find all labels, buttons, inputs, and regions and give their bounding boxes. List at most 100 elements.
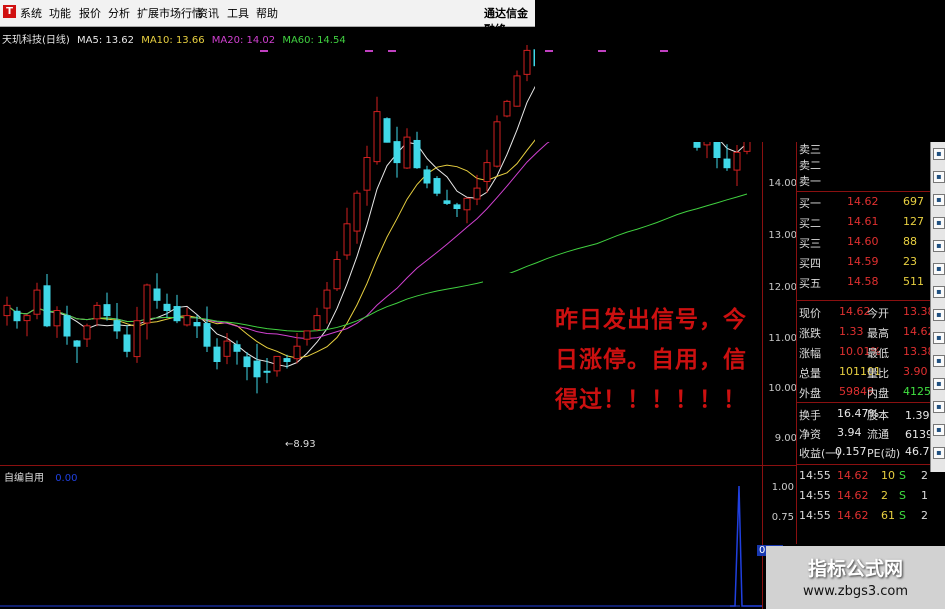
candle-body [513,75,521,107]
bid-price: 14.62 [847,195,879,208]
candle-body [213,346,221,362]
trade-time: 14:55 [799,489,831,502]
stat-label: 股本 [867,409,889,422]
candle-body [313,315,321,331]
candle-body [293,345,301,360]
candle-body [3,304,11,317]
toolbar-button-icon[interactable]: ▪ [933,240,945,252]
menu-info[interactable]: 资讯 [197,5,219,21]
stat-label: 量比 [867,367,889,380]
stat-value: 3.94 [837,426,862,439]
candle-body [713,139,721,158]
menu-system[interactable]: 系统 [20,5,42,21]
bid-volume: 23 [903,255,917,268]
candle-body [523,49,531,75]
stat-label: 今开 [867,307,889,320]
signal-marker [260,50,268,52]
bid-row: 买三 14.60 88 [799,232,929,252]
candle-body [223,340,231,357]
bid-label: 买四 [799,257,821,270]
ma-legend: 天玑科技(日线) MA5: 13.62 MA10: 13.66 MA20: 14… [2,31,350,46]
candle-body [193,322,201,327]
candle-body [413,139,421,169]
candle-body [243,356,251,368]
candle-body [723,158,731,169]
stat-row: 收益(一) 0.157 PE(动) 46.7 [799,442,930,462]
trade-side: S [899,489,906,502]
signal-marker [598,50,606,52]
toolbar-button-icon[interactable]: ▪ [933,148,945,160]
candle-body [503,100,511,117]
menu-tools[interactable]: 工具 [227,5,249,21]
toolbar-button-icon[interactable]: ▪ [933,309,945,321]
menu-function[interactable]: 功能 [49,5,71,21]
toolbar-button-icon[interactable]: ▪ [933,424,945,436]
toolbar-button-icon[interactable]: ▪ [933,171,945,183]
signal-marker [545,50,553,52]
candle-body [273,355,281,372]
watermark-url: www.zbgs3.com [802,584,909,599]
menu-analysis[interactable]: 分析 [108,5,130,21]
annotation-line: 得过！！！！！！ [555,386,747,413]
candle-body [43,285,51,327]
annotation-text: 昨日发出信号，今 日涨停。自用，信 得过！！！！！！ [555,300,755,420]
stat-label: 最低 [867,347,889,360]
divider [797,464,931,465]
annotation-line: 昨日发出信号，今 [555,306,747,333]
bid-price: 14.58 [847,275,879,288]
trade-row: 14:55 14.62 61 S 2 [799,506,929,526]
toolbar-button-icon[interactable]: ▪ [933,355,945,367]
stat-value: 1.33 [839,325,864,338]
candle-body [103,304,111,317]
candle-body [353,192,361,232]
stat-label: PE(动) [867,447,901,460]
stat-row: 总量 101101 量比 3.90 [799,362,929,382]
candle-body [453,204,461,210]
toolbar-button-icon[interactable]: ▪ [933,378,945,390]
toolbar-button-icon[interactable]: ▪ [933,263,945,275]
toolbar-button-icon[interactable]: ▪ [933,217,945,229]
trade-price: 14.62 [837,509,869,522]
menu-help[interactable]: 帮助 [256,5,278,21]
candle-body [263,370,271,373]
bid-volume: 511 [903,275,924,288]
y-tick-label: 10.00 [768,383,797,394]
candle-body [733,151,741,171]
bid-price: 14.59 [847,255,879,268]
candle-body [123,334,131,352]
bid-volume: 88 [903,235,917,248]
candle-body [133,320,141,358]
y-tick-label: 11.00 [768,333,797,344]
toolbar-button-icon[interactable]: ▪ [933,447,945,459]
toolbar-button-icon[interactable]: ▪ [933,286,945,298]
toolbar-button-icon[interactable]: ▪ [933,332,945,344]
indicator-chart[interactable] [0,466,762,609]
trade-price: 14.62 [837,469,869,482]
menu-quote[interactable]: 报价 [79,5,101,21]
toolbar-button-icon[interactable]: ▪ [933,401,945,413]
menu-extended-market[interactable]: 扩展市场行情 [137,5,203,21]
bid-volume: 127 [903,215,924,228]
y-tick-label: 12.00 [768,282,797,293]
stat-label: 涨跌 [799,327,821,340]
candle-body [203,323,211,347]
candle-body [473,187,481,200]
watermark-title: 指标公式网 [807,558,903,580]
watermark: 指标公式网 www.zbgs3.com [766,546,945,609]
candle-body [113,320,121,332]
menu-bar: T 系统 功能 报价 分析 扩展市场行情 资讯 工具 帮助 通达信金融终 [0,0,535,36]
toolbar-button-icon[interactable]: ▪ [933,194,945,206]
trade-row: 14:55 14.62 2 S 1 [799,486,929,506]
trade-side: S [899,509,906,522]
trade-volume: 2 [881,489,888,502]
bid-label: 买一 [799,197,821,210]
trade-price: 14.62 [837,489,869,502]
candle-body [373,111,381,163]
candle-body [73,340,81,347]
ask-label: 卖一 [799,175,821,188]
stat-value: 0.157 [835,445,867,458]
trade-row: 14:55 14.62 10 S 2 [799,466,929,486]
divider [797,402,931,403]
stat-label: 内盘 [867,387,889,400]
candle-body [333,259,341,290]
